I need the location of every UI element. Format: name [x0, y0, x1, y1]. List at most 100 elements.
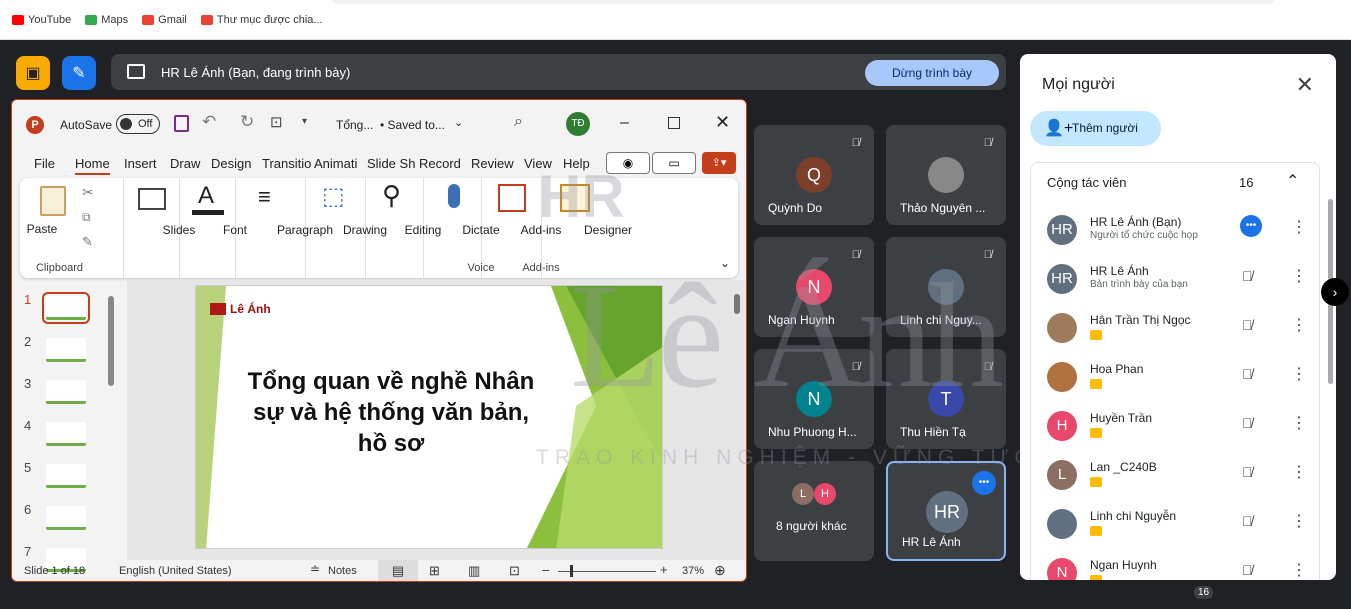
font-group[interactable]: A Font [180, 178, 247, 278]
fit-to-window-icon[interactable]: ⊕ [714, 562, 726, 579]
muted-mic-icon[interactable]: 🎙̸ [1242, 562, 1253, 578]
participant-tile[interactable]: Thảo Nguyên ... 🎙̸ [886, 125, 1006, 225]
addins-icon[interactable] [498, 184, 526, 212]
share-icon[interactable]: ⇪▾ [702, 152, 736, 174]
bookmark-label: YouTube [28, 14, 72, 26]
menu-tab[interactable]: Home [75, 156, 110, 175]
saved-status[interactable]: • Saved to... [380, 118, 445, 132]
maximize-icon[interactable] [668, 117, 680, 129]
reading-view-icon[interactable]: ▥ [468, 563, 480, 579]
address-bar[interactable] [330, 0, 1275, 4]
present-icon[interactable]: ⊡ [270, 113, 283, 131]
editing-group[interactable]: ⚲ Editing [366, 178, 441, 278]
participant-tile[interactable]: HL 8 người khác [754, 461, 874, 561]
muted-mic-icon[interactable]: 🎙̸ [1242, 268, 1253, 284]
participant-tile[interactable]: HR HR Lê Ánh ••• [886, 461, 1006, 561]
slide-thumbnail[interactable] [46, 338, 86, 362]
more-options-icon[interactable]: ⋮ [1291, 462, 1307, 482]
annotate-icon-button[interactable]: ✎ [62, 56, 96, 90]
add-people-button[interactable]: 👤+ Thêm người [1030, 111, 1161, 146]
participant-row[interactable]: L Lan _C240B 🎙̸ ⋮ [1047, 460, 1317, 509]
muted-mic-icon[interactable]: 🎙̸ [1242, 513, 1253, 529]
menu-tab[interactable]: Animati [314, 156, 357, 171]
slide-thumbnail[interactable] [42, 292, 90, 324]
copy-icon[interactable]: ⧉ [82, 210, 91, 225]
autosave-toggle[interactable]: Off [116, 114, 160, 134]
more-options-icon[interactable]: ⋮ [1291, 560, 1307, 580]
slideshow-icon[interactable]: ⊡ [509, 563, 520, 579]
zoom-in-icon[interactable]: + [660, 562, 668, 577]
thumbnail-scrollbar[interactable] [108, 296, 114, 386]
language-indicator[interactable]: English (United States) [119, 565, 232, 577]
drawing-group[interactable]: ⬚ Drawing [306, 178, 387, 278]
cut-icon[interactable]: ✂ [82, 184, 94, 201]
minimize-icon[interactable]: – [620, 114, 629, 132]
participant-row[interactable]: Hân Trần Thị Ngọc 🎙̸ ⋮ [1047, 313, 1317, 362]
slide-thumbnail[interactable] [46, 380, 86, 404]
paste-icon[interactable] [40, 186, 66, 216]
notes-icon[interactable]: ≐ [310, 562, 320, 576]
next-arrow-icon[interactable]: › [1321, 278, 1349, 306]
participant-row[interactable]: HR HR Lê Ánh Bản trình bày của bạn 🎙̸ ⋮ [1047, 264, 1317, 313]
participants-count-badge[interactable]: 16 [1194, 586, 1214, 599]
muted-mic-icon[interactable]: 🎙̸ [1242, 317, 1253, 333]
comments-icon[interactable]: ▭ [652, 152, 696, 174]
zoom-slider-thumb[interactable] [570, 565, 573, 577]
paste-button[interactable]: Paste [12, 222, 92, 236]
muted-mic-icon[interactable]: 🎙̸ [1242, 464, 1253, 480]
bookmark-item[interactable]: Thư mục được chia... [200, 14, 323, 26]
normal-view-icon[interactable]: ▤ [378, 560, 418, 581]
title-chevron-icon[interactable]: ⌄ [454, 116, 463, 129]
user-avatar[interactable]: TĐ [566, 112, 590, 136]
zoom-level[interactable]: 37% [682, 565, 704, 577]
slides-group[interactable]: Slides [124, 178, 195, 278]
customize-chevron-icon[interactable]: ▾ [302, 116, 307, 127]
close-panel-icon[interactable]: ✕ [1296, 72, 1314, 98]
participant-row[interactable]: H Huyền Trần 🎙̸ ⋮ [1047, 411, 1317, 460]
redo-icon[interactable]: ↻ [240, 112, 254, 132]
section-collapse-chevron-icon[interactable]: ⌃ [1286, 171, 1299, 191]
participant-row[interactable]: HR HR Lê Ánh (Bạn) Người tổ chức cuộc họp •… [1047, 215, 1317, 264]
bookmark-item[interactable]: YouTube [12, 14, 71, 26]
document-title[interactable]: Tổng... [336, 118, 373, 132]
menu-tab[interactable]: Slide Sh [367, 156, 415, 171]
microphone-icon[interactable] [448, 184, 460, 208]
presentation-icon-button[interactable]: ▣ [16, 56, 50, 90]
slide-thumbnail[interactable] [46, 464, 86, 488]
more-options-icon[interactable]: ⋮ [1291, 364, 1307, 384]
more-options-icon[interactable]: ⋮ [1291, 315, 1307, 335]
search-icon[interactable]: ⌕ [514, 113, 523, 131]
participant-tile[interactable]: Q Quỳnh Do 🎙̸ [754, 125, 874, 225]
participant-row[interactable]: N Ngan Huynh 🎙̸ ⋮ [1047, 558, 1317, 580]
muted-mic-icon[interactable]: 🎙̸ [1242, 366, 1253, 382]
more-options-icon[interactable]: ⋮ [1291, 511, 1307, 531]
menu-tab[interactable]: Review [471, 156, 514, 171]
participant-row[interactable]: Hoa Phan 🎙̸ ⋮ [1047, 362, 1317, 411]
save-icon[interactable] [174, 115, 189, 132]
close-icon[interactable]: ✕ [715, 112, 730, 133]
menu-tab[interactable]: Transitio [262, 156, 311, 171]
menu-tab[interactable]: Record [419, 156, 461, 171]
stop-presenting-button[interactable]: Dừng trình bày [865, 60, 999, 86]
slide-sorter-icon[interactable]: ⊞ [429, 563, 440, 579]
bookmark-item[interactable]: Gmail [142, 14, 187, 26]
more-options-icon[interactable]: ⋮ [1291, 266, 1307, 286]
undo-icon[interactable]: ↶ [202, 112, 216, 132]
more-options-icon[interactable]: ⋮ [1291, 217, 1307, 237]
slide-thumbnail[interactable] [46, 506, 86, 530]
menu-tab[interactable]: Insert [124, 156, 157, 171]
slide-thumbnail[interactable] [46, 422, 86, 446]
muted-mic-icon[interactable]: 🎙̸ [1242, 415, 1253, 431]
menu-tab[interactable]: File [34, 156, 55, 171]
participant-row[interactable]: Linh chi Nguyễn 🎙̸ ⋮ [1047, 509, 1317, 558]
menu-tab[interactable]: Draw [170, 156, 200, 171]
paragraph-group[interactable]: ≡ Paragraph [236, 178, 333, 278]
notes-button[interactable]: Notes [328, 565, 357, 577]
bookmark-item[interactable]: Maps [85, 14, 128, 26]
speaking-indicator-icon[interactable]: ••• [1240, 215, 1262, 237]
format-painter-icon[interactable]: ✎ [82, 234, 93, 250]
section-title[interactable]: Cộng tác viên [1047, 175, 1127, 190]
zoom-out-icon[interactable]: – [542, 562, 549, 577]
more-options-icon[interactable]: ⋮ [1291, 413, 1307, 433]
menu-tab[interactable]: Design [211, 156, 251, 171]
